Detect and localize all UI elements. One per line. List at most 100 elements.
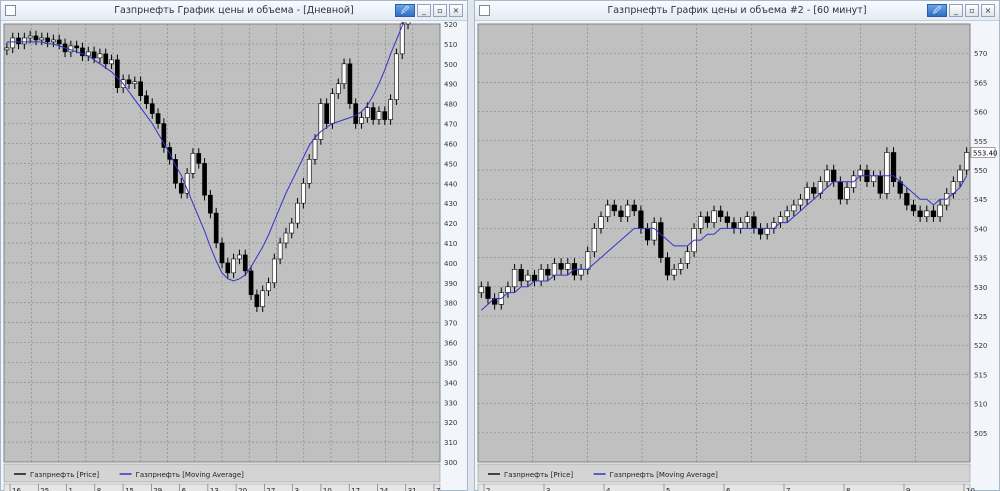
daily-chart-titlebar[interactable]: Газпрнефть График цены и объема - [Дневн… [1, 1, 467, 21]
candle-body [45, 37, 50, 43]
candle-body [605, 204, 611, 218]
candle-body [704, 216, 711, 223]
candle-body [318, 103, 324, 140]
x-tick-label: 20 [238, 487, 247, 491]
candle-body [56, 39, 62, 45]
y-tick-label: 555 [974, 138, 987, 146]
candle-body [39, 37, 45, 41]
x-tick-label: 7 [786, 487, 790, 491]
window-title: Газпрнефть График цены и объема #2 - [60… [607, 5, 867, 16]
candle-body [591, 228, 597, 253]
candle-body [364, 107, 370, 118]
candle-body [237, 254, 242, 260]
candle-body [335, 83, 341, 94]
legend-label: Газпрнефть [Price] [504, 471, 573, 479]
candle-body [295, 202, 300, 224]
candle-body [658, 222, 664, 258]
candle-body [283, 232, 289, 244]
x-tick-label: 3 [295, 487, 299, 491]
candle-body [394, 53, 399, 100]
y-tick-label: 410 [444, 240, 457, 248]
minimize-button[interactable]: _ [417, 4, 431, 17]
candle-body [797, 198, 804, 206]
candle-body [33, 35, 39, 41]
close-button[interactable]: × [981, 4, 995, 17]
legend-label: Газпрнефть [Price] [30, 471, 99, 479]
candle-body [312, 139, 318, 160]
x-tick-label: 17 [351, 487, 360, 491]
candle-body [149, 103, 155, 114]
y-tick-label: 520 [974, 342, 987, 350]
candle-body [624, 204, 631, 218]
candle-body [225, 262, 231, 274]
y-tick-label: 300 [444, 459, 457, 467]
x-tick-label: 6 [182, 487, 187, 491]
candle-body [531, 274, 538, 282]
candle-body [324, 103, 329, 124]
y-tick-label: 400 [444, 260, 457, 268]
y-tick-label: 390 [444, 280, 457, 288]
candle-body [538, 268, 544, 282]
restore-button[interactable]: ▫ [433, 4, 447, 17]
y-tick-label: 540 [974, 225, 987, 233]
y-tick-label: 470 [444, 121, 457, 129]
y-tick-label: 490 [444, 81, 457, 89]
x-tick-label: 29 [153, 487, 162, 491]
minimize-button[interactable]: _ [949, 4, 963, 17]
x-tick-label: 31 [408, 487, 417, 491]
candle-body [505, 286, 511, 293]
y-tick-label: 440 [444, 180, 457, 188]
candle-body [138, 81, 143, 96]
y-tick-label: 535 [974, 255, 987, 263]
candle-body [644, 228, 651, 241]
y-tick-label: 520 [444, 22, 457, 29]
candle-body [10, 37, 16, 49]
x-tick-label: 9 [906, 487, 910, 491]
candle-body [884, 152, 890, 194]
restore-button[interactable]: ▫ [965, 4, 979, 17]
candle-body [837, 181, 843, 200]
candle-body [711, 210, 717, 223]
y-tick-label: 505 [974, 430, 987, 438]
candle-body [917, 210, 923, 218]
candle-body [857, 169, 863, 177]
x-tick-label: 16 [12, 487, 21, 491]
close-button[interactable]: × [449, 4, 463, 17]
y-tick-label: 500 [444, 61, 457, 69]
candle-body [731, 222, 737, 229]
candle-body [178, 182, 184, 194]
candle-body [565, 263, 571, 270]
hourly-chart-titlebar[interactable]: Газпрнефть График цены и объема #2 - [60… [475, 1, 999, 21]
candle-body [877, 175, 883, 194]
y-tick-label: 430 [444, 200, 457, 208]
candle-body [618, 210, 624, 218]
x-tick-label: 1 [69, 487, 73, 491]
candle-body [370, 107, 376, 120]
candle-body [831, 169, 837, 182]
pin-icon[interactable]: 🖉 [927, 4, 947, 17]
candle-body [109, 59, 114, 65]
candle-body [388, 99, 393, 120]
daily-price-chart[interactable]: 3003103203303403503603703803904004104204… [2, 22, 468, 491]
candle-body [242, 254, 248, 272]
y-tick-label: 565 [974, 79, 987, 87]
candle-body [277, 242, 283, 260]
x-tick-label: 10 [323, 487, 332, 491]
candle-body [208, 194, 213, 214]
candle-body [930, 210, 937, 218]
candle-body [937, 204, 943, 218]
candle-body [91, 51, 97, 59]
candle-body [678, 263, 684, 270]
legend-label: Газпрнефть [Moving Average] [136, 471, 245, 479]
candle-body [904, 193, 910, 206]
pin-icon[interactable]: 🖉 [395, 4, 415, 17]
x-tick-label: 5 [666, 487, 670, 491]
candle-body [664, 257, 671, 276]
hourly-price-chart[interactable]: 5055105155205255305355405455505555605655… [476, 22, 1000, 491]
candle-body [16, 37, 21, 45]
candle-body [126, 79, 132, 85]
x-tick-label: 6 [726, 487, 731, 491]
x-tick-label: 8 [97, 487, 101, 491]
candle-body [751, 216, 757, 229]
candle-body [260, 290, 266, 308]
